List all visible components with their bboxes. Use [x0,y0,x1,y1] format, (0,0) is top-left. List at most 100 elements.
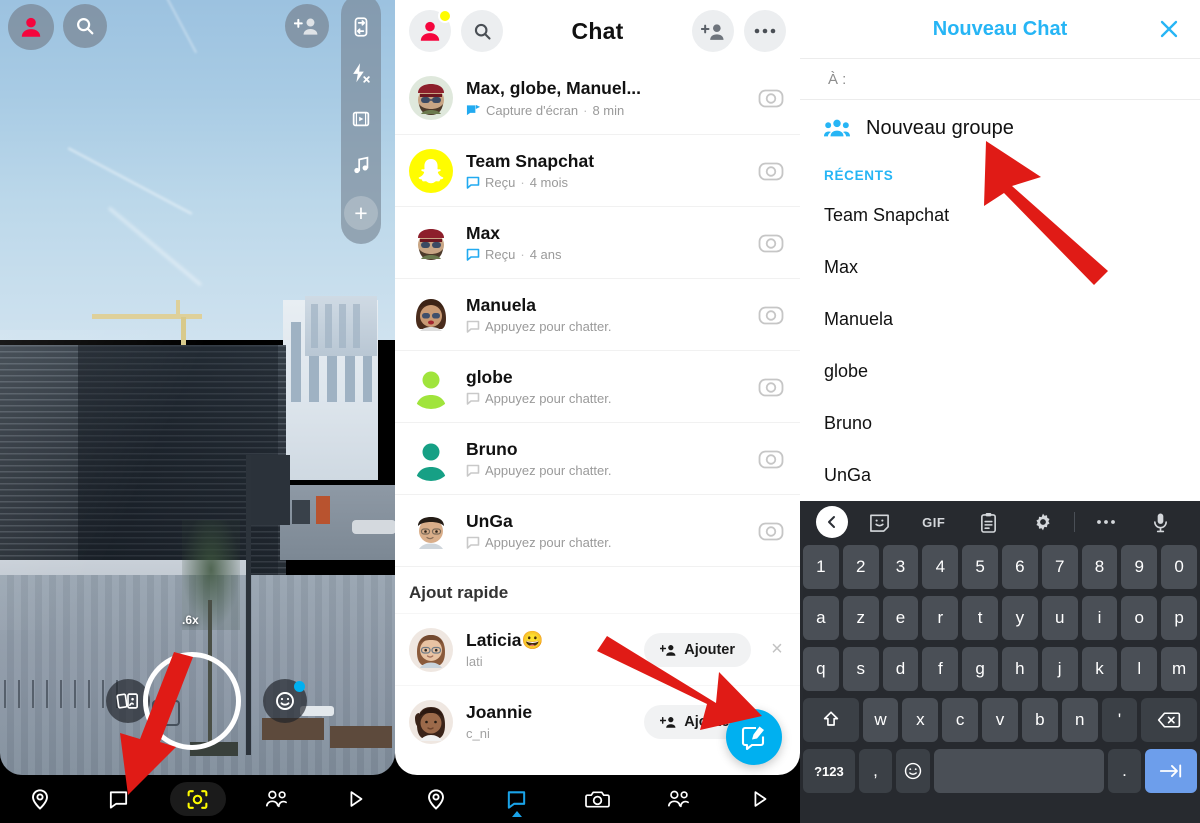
key[interactable]: j [1041,647,1078,691]
music-icon[interactable] [346,150,376,180]
key[interactable]: 8 [1081,545,1118,589]
key[interactable]: y [1002,596,1038,640]
new-chat-fab[interactable] [726,709,782,765]
chat-list-item[interactable]: globe Appuyez pour chatter. [395,350,800,422]
profile-avatar[interactable] [8,4,54,50]
profile-avatar[interactable] [409,9,452,52]
close-button[interactable] [1154,14,1184,44]
enter-key[interactable] [1145,749,1197,793]
voice-input-button[interactable] [1134,512,1189,533]
recent-contact-item[interactable]: Max [800,241,1200,293]
key[interactable]: q [803,647,839,691]
keyboard-more-button[interactable] [1079,519,1134,525]
camera-icon[interactable] [756,228,786,258]
quick-add-item[interactable]: Laticia😀 lati Ajouter × [395,613,800,685]
dismiss-button[interactable]: × [764,637,790,663]
chat-list-item[interactable]: Team Snapchat Reçu · 4 mois [395,134,800,206]
key[interactable]: e [882,596,919,640]
key[interactable]: c [942,698,979,742]
key[interactable]: 2 [842,545,879,589]
key[interactable]: u [1041,596,1078,640]
camera-icon[interactable] [756,372,786,402]
shift-key[interactable] [803,698,859,742]
recipient-field[interactable]: À : [800,58,1200,100]
symbols-key[interactable]: ?123 [803,749,855,793]
key[interactable]: l [1121,647,1158,691]
key[interactable]: 7 [1041,545,1078,589]
nav-stories[interactable] [651,779,707,819]
search-button[interactable] [461,10,503,52]
recent-contact-item[interactable]: Bruno [800,397,1200,449]
key-apostrophe[interactable]: ' [1101,698,1138,742]
camera-icon[interactable] [756,83,786,113]
key[interactable]: 1 [803,545,839,589]
key[interactable]: o [1121,596,1158,640]
timer-icon[interactable] [346,104,376,134]
camera-icon[interactable] [756,156,786,186]
key[interactable]: n [1061,698,1098,742]
chat-list-item[interactable]: Bruno Appuyez pour chatter. [395,422,800,494]
search-button[interactable] [63,4,107,48]
nav-camera[interactable] [169,779,226,819]
recent-contact-item[interactable]: UnGa [800,449,1200,501]
lens-carousel-button[interactable] [263,679,307,723]
key[interactable]: 9 [1121,545,1158,589]
add-friend-button[interactable]: Ajouter [644,632,751,667]
nav-chat[interactable] [489,779,545,819]
chat-list-item[interactable]: UnGa Appuyez pour chatter. [395,494,800,566]
key[interactable]: i [1081,596,1118,640]
emoji-key[interactable] [896,749,930,793]
key[interactable]: k [1081,647,1118,691]
nav-map[interactable] [408,779,464,819]
key[interactable]: w [862,698,899,742]
key[interactable]: f [922,647,959,691]
chat-list-item[interactable]: Max Reçu · 4 ans [395,206,800,278]
new-group-option[interactable]: Nouveau groupe [800,100,1200,156]
nav-spotlight[interactable] [328,779,384,819]
key[interactable]: p [1161,596,1197,640]
key[interactable]: d [882,647,919,691]
key[interactable]: x [902,698,939,742]
flip-camera-icon[interactable] [346,12,376,42]
nav-camera[interactable] [570,779,626,819]
keyboard-back-button[interactable] [812,506,852,538]
shutter-button[interactable] [143,652,241,750]
nav-map[interactable] [12,779,68,819]
nav-chat[interactable] [91,779,147,819]
key[interactable]: h [1002,647,1038,691]
camera-icon[interactable] [756,516,786,546]
gif-button[interactable]: GIF [907,515,962,530]
comma-key[interactable]: , [858,749,893,793]
flash-off-icon[interactable] [346,58,376,88]
period-key[interactable]: . [1107,749,1142,793]
recent-contact-item[interactable]: globe [800,345,1200,397]
add-friend-button[interactable] [285,4,329,48]
key[interactable]: a [803,596,839,640]
key[interactable]: r [922,596,959,640]
key[interactable]: g [962,647,998,691]
clipboard-button[interactable] [961,512,1016,533]
key[interactable]: 4 [922,545,959,589]
sticker-button[interactable] [852,512,907,533]
key[interactable]: s [842,647,879,691]
key[interactable]: 6 [1002,545,1038,589]
key[interactable]: m [1161,647,1197,691]
key[interactable]: v [982,698,1018,742]
camera-icon[interactable] [756,300,786,330]
chat-list-item[interactable]: Max, globe, Manuel... Capture d'écran · … [395,62,800,134]
key[interactable]: z [842,596,879,640]
recent-contact-item[interactable]: Manuela [800,293,1200,345]
key[interactable]: 0 [1161,545,1197,589]
add-friend-button[interactable] [692,10,734,52]
space-key[interactable] [933,749,1104,793]
key[interactable]: b [1021,698,1058,742]
camera-icon[interactable] [756,444,786,474]
nav-spotlight[interactable] [732,779,788,819]
more-options-button[interactable] [744,10,786,52]
recent-contact-item[interactable]: Team Snapchat [800,189,1200,241]
more-tools-icon[interactable]: + [344,196,378,230]
key[interactable]: 5 [962,545,998,589]
key[interactable]: t [962,596,998,640]
chat-list-item[interactable]: Manuela Appuyez pour chatter. [395,278,800,350]
key[interactable]: 3 [882,545,919,589]
